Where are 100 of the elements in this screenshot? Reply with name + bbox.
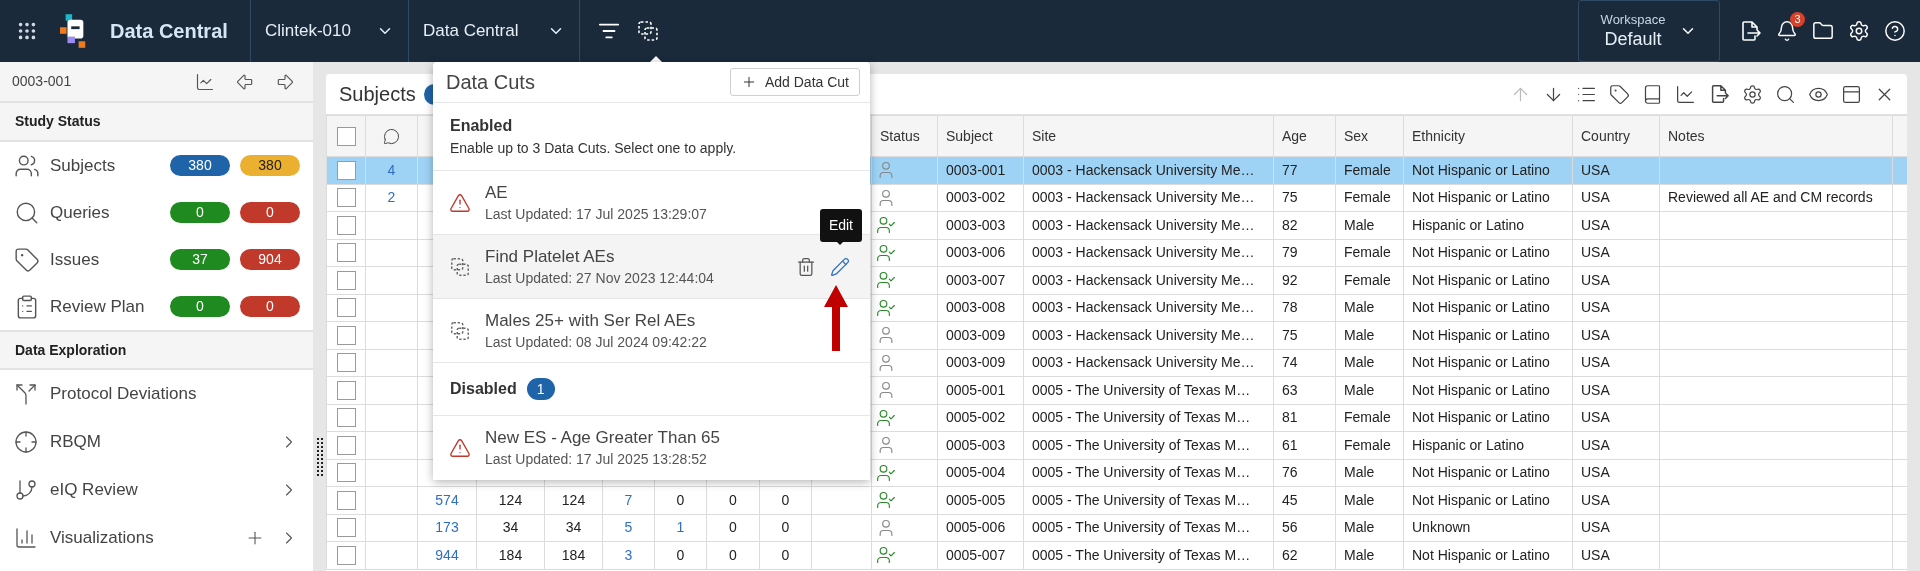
line-chart-icon[interactable] <box>1675 83 1696 105</box>
checkbox[interactable] <box>336 270 356 290</box>
sidebar-item-label: Queries <box>50 201 111 224</box>
comment-count-link[interactable]: 2 <box>387 189 396 206</box>
table-cell: 79 <box>1282 244 1298 261</box>
table-cell: 56 <box>1282 519 1298 536</box>
settings-icon[interactable] <box>1848 20 1870 42</box>
column-header[interactable]: Country <box>1572 115 1660 157</box>
table-cell: 0 <box>729 546 737 563</box>
table-cell: 0005-004 <box>946 464 1006 481</box>
count-badge[interactable]: 904 <box>240 249 300 270</box>
apps-grid-icon[interactable] <box>16 20 38 42</box>
checkbox[interactable] <box>336 353 356 373</box>
count-badge[interactable]: 0 <box>240 296 300 317</box>
count-badge[interactable]: 37 <box>170 249 230 270</box>
count-badge[interactable]: 0 <box>170 202 230 223</box>
sidebar-item[interactable]: Visualizations <box>0 514 313 562</box>
count-badge[interactable]: 380 <box>170 155 230 176</box>
data-cut-item[interactable]: New ES - Age Greater Than 65 Last Updated: 17 Jul 2025 13:28:52 <box>433 416 870 480</box>
data-cut-icon <box>449 319 471 342</box>
sidebar-item[interactable]: Protocol Deviations <box>0 370 313 418</box>
sidebar-item[interactable]: Issues 37 904 <box>0 236 313 283</box>
resize-handle-icon[interactable] <box>316 438 323 476</box>
help-icon[interactable] <box>1884 20 1906 42</box>
sidebar-item[interactable]: eIQ Review <box>0 466 313 514</box>
pencil-icon[interactable] <box>830 256 850 277</box>
trash-icon[interactable] <box>796 256 816 277</box>
sidebar-item[interactable]: Queries 0 0 <box>0 189 313 236</box>
column-header[interactable]: Age <box>1273 115 1336 157</box>
column-header[interactable]: Site <box>1023 115 1274 157</box>
workspace-dropdown[interactable]: Workspace Default <box>1578 0 1720 62</box>
data-cut-item[interactable]: Males 25+ with Ser Rel AEs Last Updated: 08 Jul 2024 09:42:22 <box>433 299 870 363</box>
count-link[interactable]: 5 <box>624 519 633 536</box>
checkbox[interactable] <box>336 298 356 318</box>
folder-icon[interactable] <box>1812 20 1834 42</box>
table-cell: 0003-006 <box>946 244 1006 261</box>
add-data-cut-button[interactable]: Add Data Cut <box>729 68 860 96</box>
checkbox[interactable] <box>336 188 356 208</box>
checkbox[interactable] <box>336 215 356 235</box>
count-badge[interactable]: 380 <box>240 155 300 176</box>
table-cell: 0005 - The University of Texas M… <box>1032 546 1251 563</box>
layout-icon[interactable] <box>1841 83 1862 105</box>
settings-icon[interactable] <box>1742 83 1763 105</box>
checkbox[interactable] <box>336 127 356 147</box>
checkbox[interactable] <box>336 435 356 455</box>
checkbox[interactable] <box>336 463 356 483</box>
checkbox[interactable] <box>336 545 356 565</box>
last-updated-text: Last Updated: 27 Nov 2023 12:44:04 <box>485 268 715 288</box>
table-cell: 124 <box>498 491 523 508</box>
tag-icon[interactable] <box>1609 83 1630 105</box>
checkbox[interactable] <box>336 490 356 510</box>
count-link[interactable]: 3 <box>624 546 633 563</box>
table-cell: Not Hispanic or Latino <box>1412 491 1550 508</box>
table-cell: 124 <box>561 491 586 508</box>
book-icon[interactable] <box>1642 83 1663 105</box>
checkbox[interactable] <box>336 380 356 400</box>
count-link[interactable]: 1 <box>676 519 685 536</box>
table-cell: 0 <box>729 491 737 508</box>
table-cell: 0005-006 <box>946 519 1006 536</box>
sidebar-item[interactable]: RBQM <box>0 418 313 466</box>
checkbox[interactable] <box>336 325 356 345</box>
sidebar-item[interactable]: Subjects 380 380 <box>0 142 313 189</box>
table-cell: Male <box>1344 464 1375 481</box>
study-dropdown[interactable]: Clintek-010 <box>251 0 408 62</box>
column-header[interactable]: Status <box>871 115 938 157</box>
column-header[interactable]: Sex <box>1335 115 1404 157</box>
table-row[interactable]: 173 34 34 5 1 0 0 0005-006 0005 - The University of Texas M… 56 Male Unknown USA <box>326 514 1907 542</box>
table-cell: 0005 - The University of Texas M… <box>1032 381 1251 398</box>
sidebar-item[interactable]: Review Plan 0 0 <box>0 283 313 330</box>
table-row[interactable]: 574 124 124 7 0 0 0 0005-005 0005 - The University of Texas M… 45 Male Not Hispanic or Latino USA <box>326 486 1907 514</box>
data-cut-item[interactable]: Find Platelet AEs Last Updated: 27 Nov 2023 12:44:04 <box>433 235 870 299</box>
checkbox[interactable] <box>336 408 356 428</box>
checkbox[interactable] <box>336 518 356 538</box>
tooltip: Edit <box>819 209 862 242</box>
table-cell: 0003-009 <box>946 354 1006 371</box>
table-cell: Female <box>1344 271 1391 288</box>
table-cell: 0003-002 <box>946 189 1006 206</box>
table-cell: 45 <box>1282 491 1298 508</box>
data-cut-icon[interactable] <box>636 19 660 43</box>
sidebar-item-label: Visualizations <box>50 527 155 550</box>
module-dropdown[interactable]: Data Central <box>409 0 579 62</box>
table-cell: 0005 - The University of Texas M… <box>1032 519 1251 536</box>
logo-icon[interactable] <box>60 14 88 48</box>
count-badge[interactable]: 0 <box>170 296 230 317</box>
table-cell: Hispanic or Latino <box>1412 216 1525 233</box>
checkbox[interactable] <box>336 243 356 263</box>
count-link[interactable]: 7 <box>624 491 633 508</box>
checkbox[interactable] <box>336 160 356 180</box>
column-header[interactable]: Notes <box>1659 115 1893 157</box>
column-header[interactable]: Subject <box>937 115 1024 157</box>
table-cell: 0005 - The University of Texas M… <box>1032 409 1251 426</box>
table-cell: 0005 - The University of Texas M… <box>1032 491 1251 508</box>
count-badge[interactable]: 0 <box>240 202 300 223</box>
table-cell: Female <box>1344 244 1391 261</box>
column-header[interactable]: Ethnicity <box>1403 115 1573 157</box>
table-cell: Hispanic or Latino <box>1412 436 1525 453</box>
search-icon[interactable] <box>1775 83 1796 105</box>
line-chart-icon[interactable] <box>195 71 215 92</box>
warning-icon <box>449 437 471 459</box>
table-row[interactable]: 944 184 184 3 0 0 0 0005-007 0005 - The University of Texas M… 62 Male Not Hispanic or Latino USA <box>326 541 1907 569</box>
